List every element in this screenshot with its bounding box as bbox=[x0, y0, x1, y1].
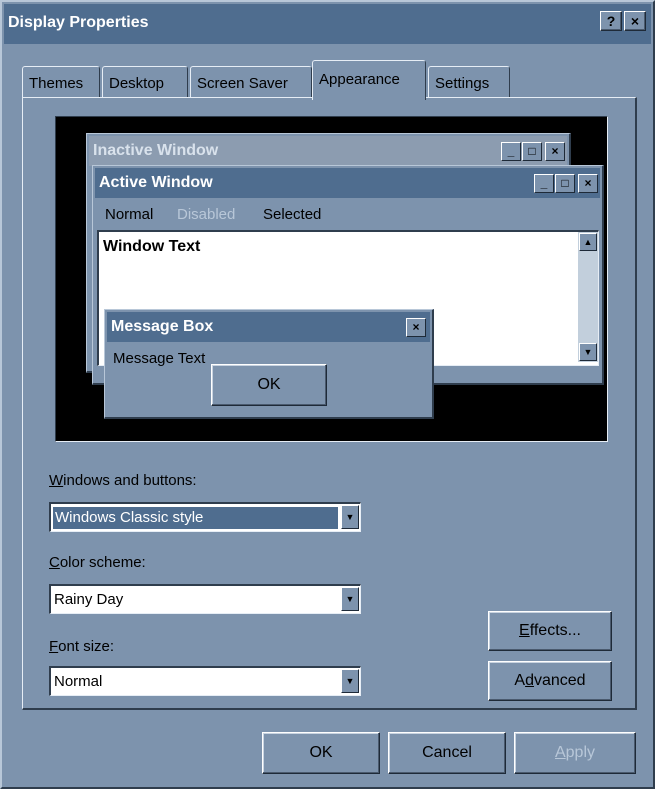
scroll-up-icon: ▲ bbox=[579, 233, 597, 251]
tab-settings[interactable]: Settings bbox=[428, 66, 510, 98]
close-button[interactable]: × bbox=[624, 11, 646, 31]
menu-normal: Normal bbox=[105, 206, 154, 223]
font-size-label: Font size: bbox=[49, 638, 115, 655]
advanced-button[interactable]: Advanced bbox=[488, 661, 612, 701]
title-bar[interactable]: Display Properties ? × bbox=[4, 4, 651, 44]
chevron-down-icon[interactable]: ▼ bbox=[341, 669, 359, 693]
color-scheme-value: Rainy Day bbox=[54, 591, 124, 608]
scroll-down-icon: ▼ bbox=[579, 343, 597, 361]
close-icon: × bbox=[545, 142, 565, 161]
window-title: Display Properties bbox=[8, 14, 149, 31]
message-box-titlebar: Message Box × bbox=[107, 312, 430, 342]
tab-themes[interactable]: Themes bbox=[22, 66, 100, 98]
appearance-preview[interactable]: Inactive Window _ □ × Active Window _ □ … bbox=[55, 116, 608, 442]
preview-ok-button: OK bbox=[211, 364, 327, 406]
windows-and-buttons-select[interactable]: Windows Classic style ▼ bbox=[49, 502, 361, 532]
ok-button[interactable]: OK bbox=[262, 732, 380, 774]
menu-selected: Selected bbox=[263, 206, 322, 223]
preview-scrollbar: ▲ ▼ bbox=[578, 232, 598, 362]
message-box-title: Message Box bbox=[111, 318, 214, 335]
display-properties-dialog: Display Properties ? × Themes Desktop Sc… bbox=[0, 0, 655, 789]
color-scheme-select[interactable]: Rainy Day ▼ bbox=[49, 584, 361, 614]
active-window-title: Active Window bbox=[99, 174, 213, 191]
chevron-down-icon[interactable]: ▼ bbox=[341, 587, 359, 611]
window-text: Window Text bbox=[103, 238, 201, 255]
menu-disabled: Disabled bbox=[177, 206, 236, 223]
color-scheme-label: Color scheme: bbox=[49, 554, 146, 571]
cancel-button[interactable]: Cancel bbox=[388, 732, 506, 774]
font-size-value: Normal bbox=[54, 673, 103, 690]
appearance-panel: Inactive Window _ □ × Active Window _ □ … bbox=[22, 97, 637, 710]
inactive-window-titlebar: Inactive Window _ □ × bbox=[89, 136, 567, 166]
tab-appearance[interactable]: Appearance bbox=[312, 60, 426, 100]
preview-menu-bar: Normal Disabled Selected bbox=[101, 206, 501, 226]
apply-button[interactable]: Apply bbox=[514, 732, 636, 774]
message-box-preview: Message Box × Message Text OK bbox=[104, 309, 434, 419]
chevron-down-icon[interactable]: ▼ bbox=[341, 505, 359, 529]
maximize-icon: □ bbox=[555, 174, 575, 193]
windows-and-buttons-value: Windows Classic style bbox=[53, 507, 338, 529]
tab-desktop[interactable]: Desktop bbox=[102, 66, 188, 98]
close-icon: × bbox=[406, 318, 426, 337]
effects-button[interactable]: Effects... bbox=[488, 611, 612, 651]
help-button[interactable]: ? bbox=[600, 11, 622, 31]
minimize-icon: _ bbox=[534, 174, 554, 193]
message-text: Message Text bbox=[113, 350, 206, 367]
font-size-select[interactable]: Normal ▼ bbox=[49, 666, 361, 696]
maximize-icon: □ bbox=[522, 142, 542, 161]
inactive-window-title: Inactive Window bbox=[93, 142, 219, 159]
tab-screen-saver[interactable]: Screen Saver bbox=[190, 66, 312, 98]
windows-and-buttons-label: Windows and buttons: bbox=[49, 472, 197, 489]
close-icon: × bbox=[578, 174, 598, 193]
minimize-icon: _ bbox=[501, 142, 521, 161]
active-window-titlebar: Active Window _ □ × bbox=[95, 168, 600, 198]
